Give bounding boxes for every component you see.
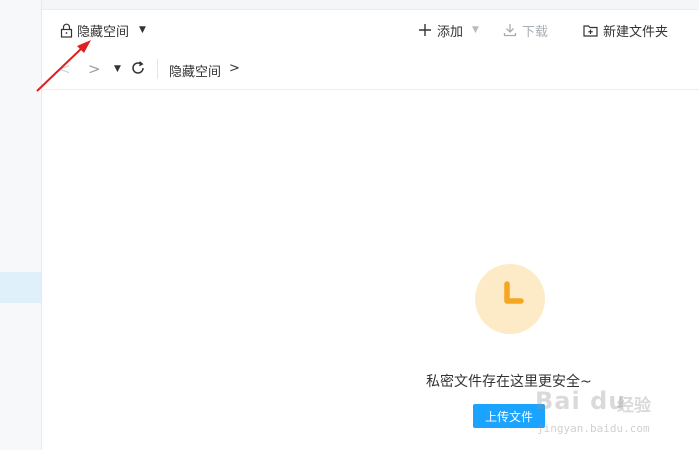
watermark-logo: Bai du <box>535 387 627 415</box>
navigation-bar: < > ▼ 隐藏空间 > <box>42 50 699 90</box>
new-folder-label: 新建文件夹 <box>603 24 669 40</box>
folder-plus-icon <box>583 24 598 37</box>
clock-icon <box>475 264 545 334</box>
forward-icon[interactable]: > <box>88 60 101 78</box>
sidebar-item-active[interactable] <box>0 272 41 303</box>
toolbar: 隐藏空间 ▼ 添加 ▼ 下载 新建文件夹 <box>42 10 699 49</box>
lock-icon <box>60 23 73 38</box>
download-icon <box>503 24 517 37</box>
sidebar <box>0 0 42 450</box>
add-dropdown-icon[interactable]: ▼ <box>472 20 479 40</box>
top-bar <box>42 0 699 10</box>
nav-divider <box>157 59 158 79</box>
plus-icon <box>419 24 431 36</box>
watermark-url: jingyan.baidu.com <box>537 422 650 435</box>
watermark-text: 经验 <box>617 396 651 416</box>
history-dropdown-icon[interactable]: ▼ <box>114 64 121 74</box>
download-label: 下载 <box>522 24 549 40</box>
download-button[interactable]: 下载 <box>503 20 548 40</box>
new-folder-button[interactable]: 新建文件夹 <box>583 20 668 40</box>
back-icon[interactable]: < <box>58 60 71 78</box>
space-selector[interactable]: 隐藏空间 ▼ <box>60 20 146 40</box>
caret-down-icon: ▼ <box>139 25 146 35</box>
breadcrumb-item[interactable]: 隐藏空间 <box>169 61 221 80</box>
breadcrumb-separator: > <box>229 61 240 76</box>
add-label: 添加 <box>437 24 464 40</box>
add-button[interactable]: 添加 <box>418 20 463 40</box>
space-label: 隐藏空间 <box>77 24 130 40</box>
refresh-icon[interactable] <box>130 60 146 76</box>
